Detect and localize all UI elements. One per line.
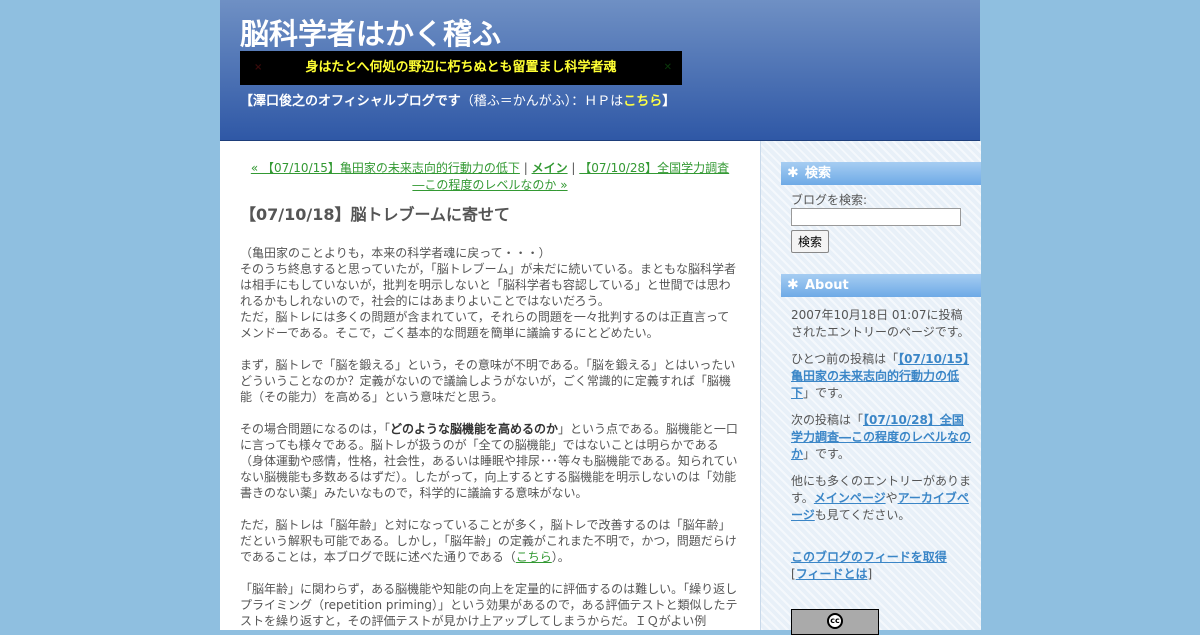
entry-title: 【07/10/18】脳トレブームに寄せて bbox=[240, 205, 511, 224]
blog-title[interactable]: 脳科学者はかく稽ふ bbox=[240, 14, 501, 54]
tagline-text: 身はたとへ何処の野辺に朽ちぬとも留置まし科学者魂 bbox=[305, 60, 617, 75]
about-text: 次の投稿は「 bbox=[791, 413, 864, 427]
sidebar: ✱ 検索 ブログを検索: 検索 ✱ About 2007年10月18日 01:07に… bbox=[760, 141, 981, 635]
entry-paragraph: まず，脳トレで「脳を鍛える」という，その意味が不明である。「脳を鍛える」とはいっ… bbox=[240, 358, 736, 404]
paragraph-text: ）。 bbox=[551, 550, 570, 564]
search-button[interactable]: 検索 bbox=[791, 230, 830, 253]
entry-paragraph: ただ，脳トレは「脳年齢」と対になっていることが多く，脳トレで改善するのは「脳年齢… bbox=[240, 517, 740, 565]
about-posted: 2007年10月18日 01:07に投稿されたエントリーのページです。 bbox=[791, 308, 970, 339]
entry-paragraph: （亀田家のことよりも，本来の科学者魂に戻って・・・） そのうち終息すると思ってい… bbox=[240, 246, 736, 340]
prev-entry-label: 【07/10/15】亀田家の未来志向的行動力の低下 bbox=[261, 161, 520, 175]
bracket: ] bbox=[867, 567, 873, 581]
blog-subtitle: 【澤口俊之のオフィシャルブログです（稽ふ＝かんがふ）：ＨＰはこちら】 bbox=[240, 92, 675, 112]
paragraph-text: その場合問題になるのは，「 bbox=[240, 422, 391, 436]
next-arrow: » bbox=[556, 178, 568, 192]
page-container: 脳科学者はかく稽ふ × 身はたとへ何処の野辺に朽ちぬとも留置まし科学者魂 ✕ 【… bbox=[220, 0, 981, 635]
about-text: 」です。 bbox=[803, 447, 850, 461]
search-input[interactable] bbox=[791, 208, 961, 226]
about-text: 」です。 bbox=[803, 386, 850, 400]
subtitle-end: 】 bbox=[662, 94, 676, 109]
entry-paragraph: その場合問題になるのは，「どのような脳機能を高めるのか」という点である。脳機能と… bbox=[240, 421, 740, 501]
subtitle-bold: 【澤口俊之のオフィシャルブログです bbox=[240, 94, 461, 109]
emphasis-text: どのような脳機能を高めるのか bbox=[390, 422, 559, 436]
inline-link[interactable]: こちら bbox=[516, 550, 552, 564]
feed-link[interactable]: このブログのフィードを取得 bbox=[791, 550, 947, 564]
entry-paragraph: 「脳年齢」に関わらず，ある脳機能や知能の向上を定量的に評価するのは難しい。「繰り… bbox=[240, 582, 738, 628]
about-text: ひとつ前の投稿は「 bbox=[791, 352, 899, 366]
search-heading: ✱ 検索 bbox=[781, 162, 981, 185]
entry-body: （亀田家のことよりも，本来の科学者魂に戻って・・・） そのうち終息すると思ってい… bbox=[240, 245, 740, 630]
subtitle-text: （稽ふ＝かんがふ）：ＨＰは bbox=[460, 94, 624, 109]
about-heading-label: About bbox=[805, 278, 849, 293]
about-more: 他にも多くのエントリーがあります。メインページやアーカイブページも見てください。 bbox=[791, 473, 973, 524]
about-heading: ✱ About bbox=[781, 274, 981, 297]
about-text: や bbox=[885, 491, 898, 505]
prev-arrow: « bbox=[250, 161, 262, 175]
about-box: 2007年10月18日 01:07に投稿されたエントリーのページです。 ひとつ前… bbox=[791, 307, 973, 534]
paragraph-text: ただ，脳トレは「脳年齢」と対になっていることが多く，脳トレで改善するのは「脳年齢… bbox=[240, 518, 737, 564]
entry-navigation: « 【07/10/15】亀田家の未来志向的行動力の低下 | メイン | 【07/… bbox=[250, 160, 730, 194]
feed-box: このブログのフィードを取得 [フィードとは] bbox=[791, 549, 973, 583]
main-content: « 【07/10/15】亀田家の未来志向的行動力の低下 | メイン | 【07/… bbox=[220, 141, 760, 630]
main-page-link[interactable]: メイン bbox=[532, 161, 568, 175]
homepage-link[interactable]: こちら bbox=[623, 94, 662, 109]
prev-entry-link[interactable]: « 【07/10/15】亀田家の未来志向的行動力の低下 bbox=[251, 161, 520, 175]
search-heading-label: 検索 bbox=[805, 166, 832, 181]
about-text: も見てください。 bbox=[814, 508, 911, 522]
tagline-banner: × 身はたとへ何処の野辺に朽ちぬとも留置まし科学者魂 ✕ bbox=[240, 51, 682, 85]
search-label: ブログを検索: bbox=[791, 193, 868, 207]
asterisk-icon: ✱ bbox=[787, 165, 799, 181]
what-is-feed-link[interactable]: フィードとは bbox=[796, 567, 868, 581]
about-next: 次の投稿は「【07/10/28】全国学力調査―この程度のレベルなのか」です。 bbox=[791, 412, 973, 463]
tagline-left-mark: × bbox=[254, 62, 263, 73]
tagline-right-mark: ✕ bbox=[663, 62, 672, 73]
nav-separator: | bbox=[519, 161, 532, 175]
creative-commons-icon: cc bbox=[827, 613, 843, 629]
nav-separator: | bbox=[567, 161, 580, 175]
asterisk-icon: ✱ bbox=[787, 277, 799, 293]
header-banner: 脳科学者はかく稽ふ × 身はたとへ何処の野辺に朽ちぬとも留置まし科学者魂 ✕ 【… bbox=[220, 0, 980, 141]
about-prev: ひとつ前の投稿は「【07/10/15】亀田家の未来志向的行動力の低下」です。 bbox=[791, 351, 973, 402]
sidebar-main-page-link[interactable]: メインページ bbox=[814, 491, 886, 505]
creative-commons-badge[interactable]: cc bbox=[791, 609, 879, 635]
